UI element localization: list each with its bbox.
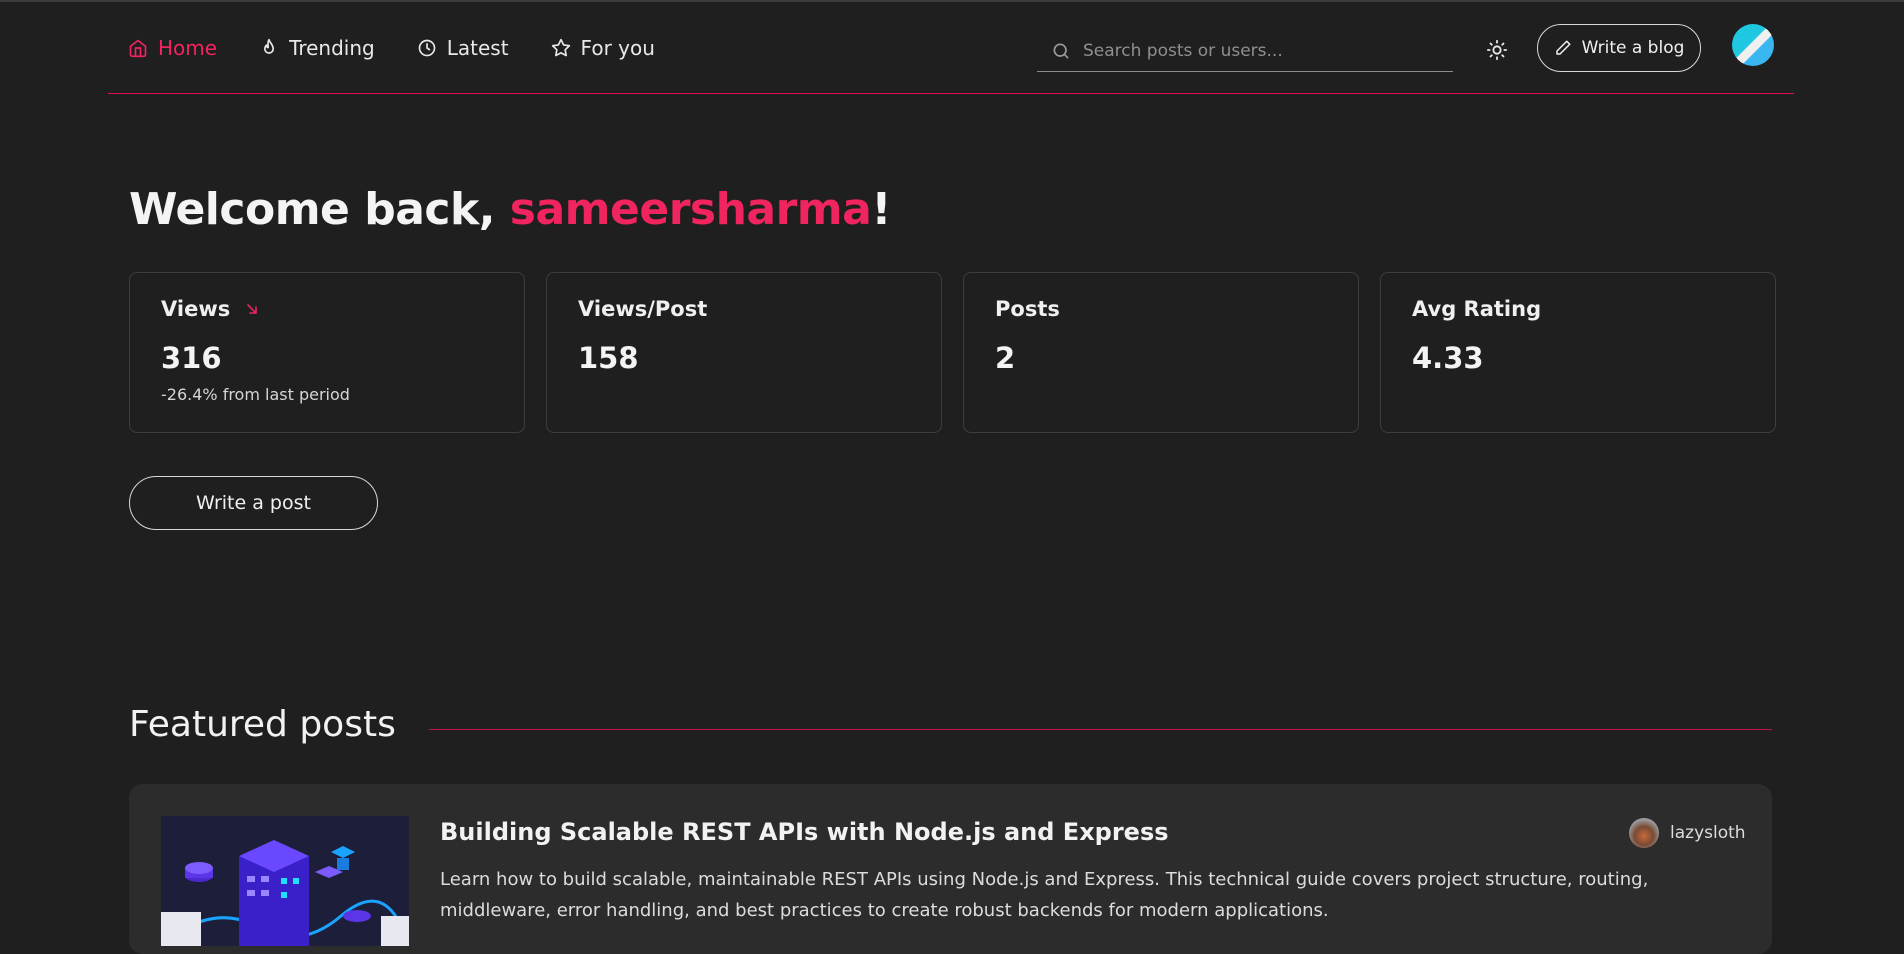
- stat-title: Posts: [995, 297, 1327, 321]
- nav-item-for-you[interactable]: For you: [551, 36, 655, 60]
- write-post-label: Write a post: [196, 492, 311, 514]
- sun-icon: [1486, 39, 1508, 61]
- post-thumbnail[interactable]: [161, 816, 409, 946]
- stat-title: Views/Post: [578, 297, 910, 321]
- nav-item-label: For you: [580, 36, 655, 60]
- nav-item-label: Trending: [289, 36, 375, 60]
- stat-title: Views: [161, 297, 493, 321]
- stat-card-avg-rating: Avg Rating 4.33: [1380, 272, 1776, 433]
- stat-card-posts: Posts 2: [963, 272, 1359, 433]
- nav-item-trending[interactable]: Trending: [259, 36, 375, 60]
- search-input[interactable]: [1081, 39, 1441, 62]
- top-navbar: Home Trending Latest For you Write a blo…: [108, 0, 1794, 94]
- user-avatar[interactable]: [1732, 24, 1774, 66]
- star-icon: [551, 38, 570, 57]
- welcome-prefix: Welcome back,: [129, 184, 510, 235]
- stats-row: Views 316 -26.4% from last period Views/…: [129, 272, 1776, 433]
- stat-value: 4.33: [1412, 341, 1484, 375]
- welcome-suffix: !: [871, 184, 891, 235]
- stat-title-label: Posts: [995, 297, 1060, 321]
- featured-divider: [429, 729, 1772, 730]
- nav-item-label: Home: [158, 36, 218, 60]
- author-name: lazysloth: [1670, 823, 1746, 843]
- welcome-heading: Welcome back, sameersharma!: [129, 184, 891, 235]
- author-avatar: [1629, 818, 1659, 848]
- featured-post-card[interactable]: Building Scalable REST APIs with Node.js…: [129, 784, 1772, 954]
- stat-card-views-per-post: Views/Post 158: [546, 272, 942, 433]
- post-title[interactable]: Building Scalable REST APIs with Node.js…: [440, 818, 1169, 846]
- main-nav: Home Trending Latest For you: [128, 36, 697, 60]
- pencil-icon: [1555, 40, 1571, 55]
- theme-toggle-button[interactable]: [1481, 34, 1513, 66]
- stat-delta: -26.4% from last period: [161, 385, 350, 404]
- welcome-username: sameersharma: [509, 184, 872, 235]
- search-bar: [1037, 30, 1453, 72]
- flame-icon: [264, 38, 275, 54]
- featured-heading: Featured posts: [129, 704, 396, 745]
- clock-icon: [418, 39, 436, 57]
- stat-value: 2: [995, 341, 1016, 375]
- post-description: Learn how to build scalable, maintainabl…: [440, 869, 1649, 921]
- stat-value: 158: [578, 341, 639, 375]
- stat-title-label: Views: [161, 297, 231, 321]
- write-blog-button[interactable]: Write a blog: [1537, 24, 1701, 72]
- stat-title-label: Avg Rating: [1412, 297, 1542, 321]
- write-post-button[interactable]: Write a post: [129, 476, 378, 530]
- home-icon: [129, 39, 147, 58]
- server-illustration-image: [161, 816, 409, 946]
- trend-down-icon: [247, 304, 258, 314]
- write-blog-label: Write a blog: [1581, 38, 1685, 58]
- stat-title-label: Views/Post: [578, 297, 708, 321]
- stat-card-views: Views 316 -26.4% from last period: [129, 272, 525, 433]
- nav-item-home[interactable]: Home: [128, 36, 217, 60]
- search-icon: [1053, 43, 1069, 59]
- post-author[interactable]: lazysloth: [1629, 818, 1746, 848]
- stat-value: 316: [161, 341, 222, 375]
- stat-title: Avg Rating: [1412, 297, 1744, 321]
- nav-item-latest[interactable]: Latest: [417, 36, 509, 60]
- nav-item-label: Latest: [446, 36, 509, 60]
